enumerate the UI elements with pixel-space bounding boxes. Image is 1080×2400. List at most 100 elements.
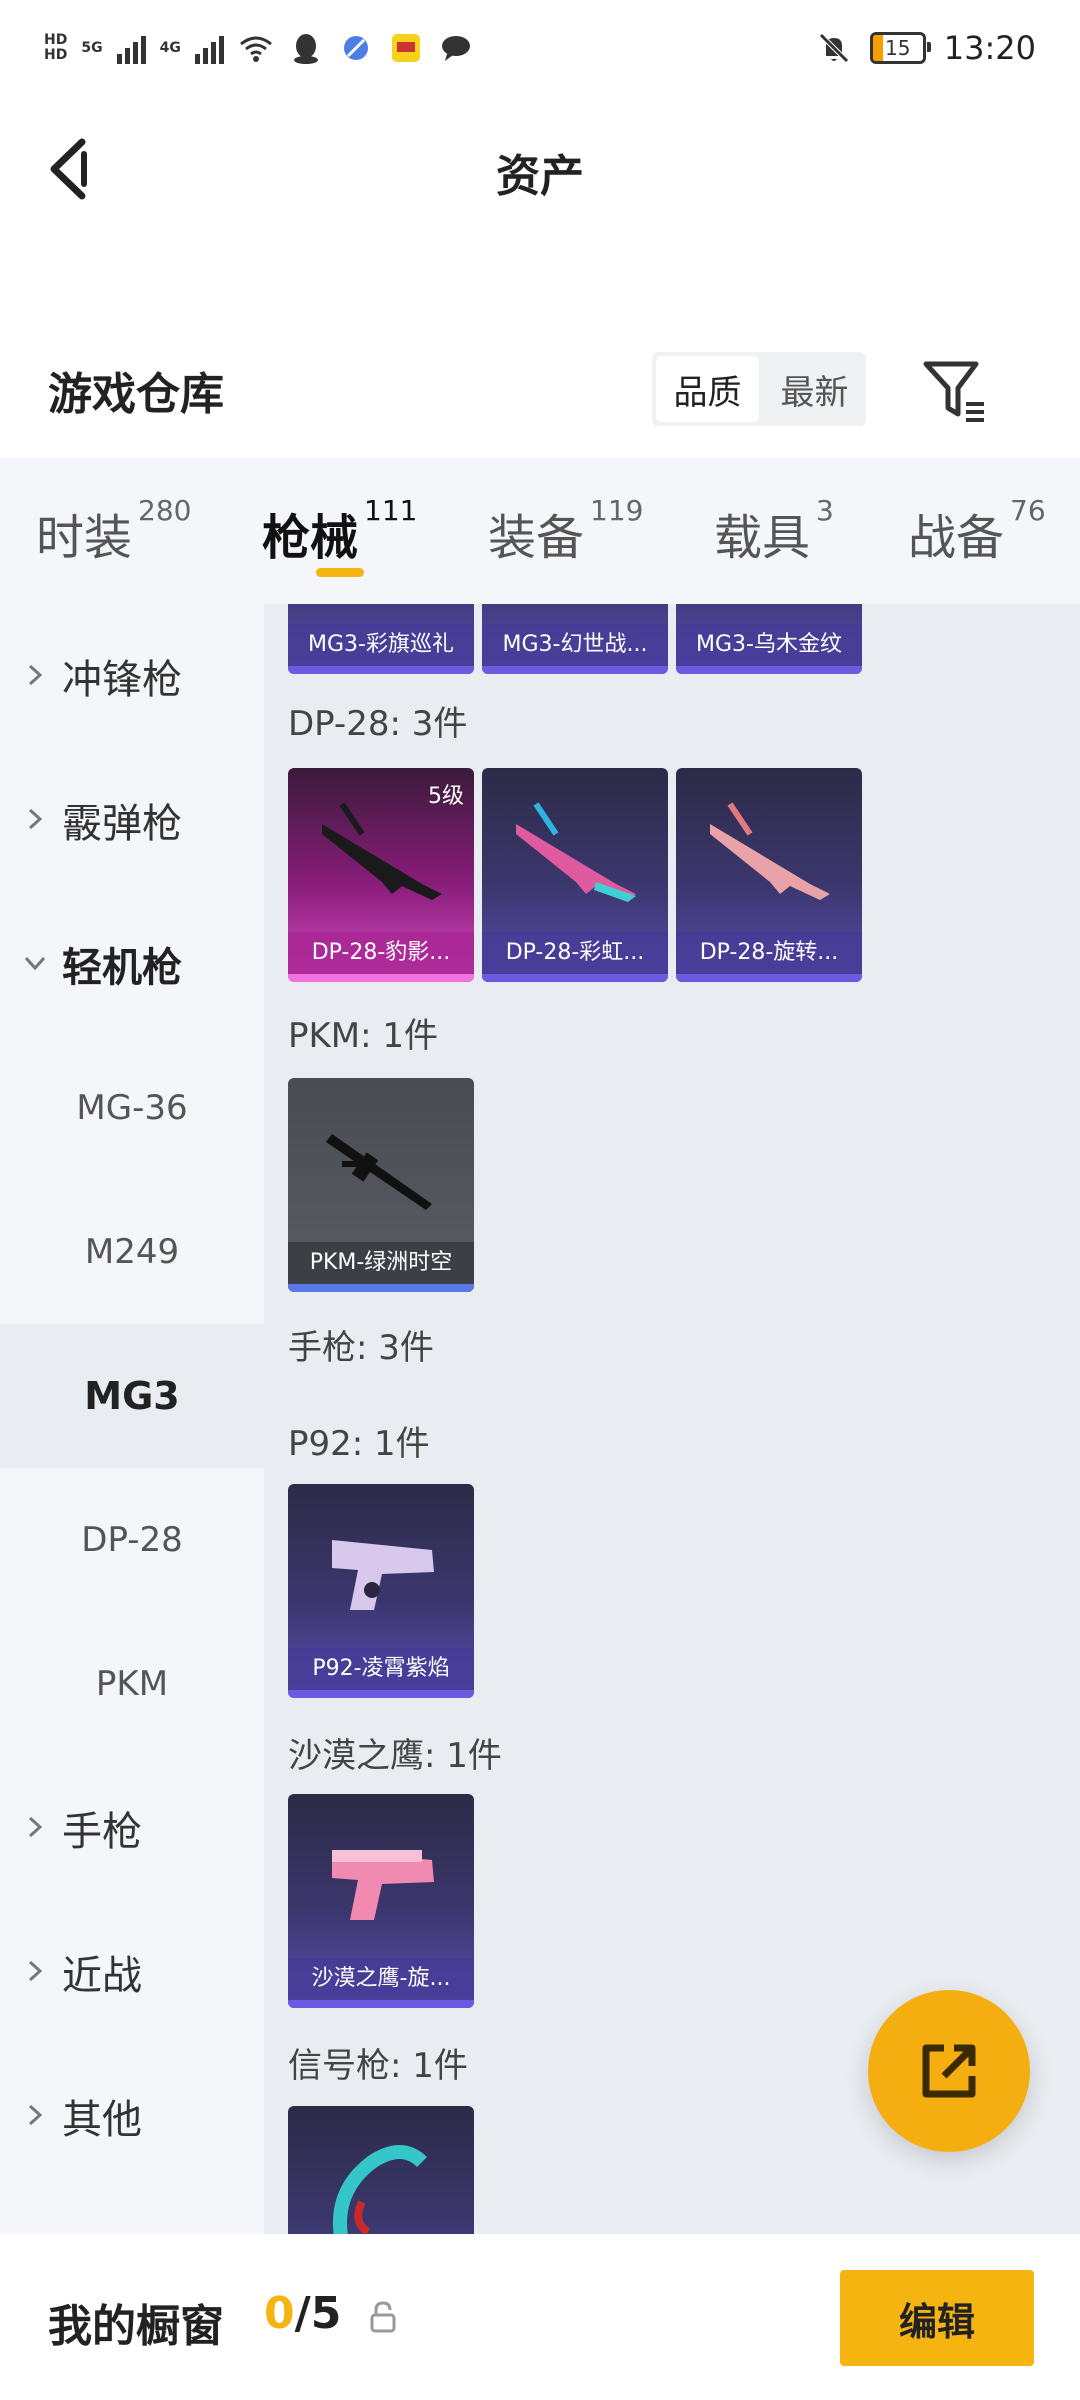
sidebar-item-label: MG-36 — [76, 1088, 188, 1128]
rarity-bar — [288, 1284, 474, 1292]
tab-count: 119 — [590, 494, 644, 527]
tab-count: 111 — [364, 494, 418, 527]
showcase-title: 我的橱窗 — [48, 2301, 224, 2352]
chevron-right-icon — [28, 664, 43, 686]
item-card-deagle-1[interactable]: 沙漠之鹰-旋... — [288, 1794, 474, 2008]
sidebar-item-smg[interactable]: 冲锋枪 — [0, 604, 264, 748]
sidebar-item-shotgun[interactable]: 霰弹枪 — [0, 748, 264, 892]
browser-icon — [343, 36, 368, 60]
sidebar-item-mg3[interactable]: MG3 — [0, 1324, 264, 1468]
showcase-count-total: /5 — [294, 2288, 342, 2339]
sidebar-item-other[interactable]: 其他 — [0, 2044, 264, 2188]
tab-label: 装备 — [488, 510, 585, 566]
pistol-icon — [332, 1540, 434, 1610]
sort-quality-button[interactable]: 品质 — [656, 356, 759, 422]
section-header-flare: 信号枪: 1件 — [288, 2046, 468, 2086]
category-tabs: 时装 280 枪械 111 装备 119 载具 3 战备 76 — [0, 458, 1080, 604]
hd-indicator: HD HD — [44, 33, 67, 63]
status-left: HD HD 5G 4G — [44, 24, 474, 72]
share-fab-button[interactable] — [868, 1990, 1030, 2152]
item-name: DP-28-旋转... — [676, 932, 862, 974]
section-header-deagle: 沙漠之鹰: 1件 — [288, 1736, 502, 1776]
rarity-bar — [676, 974, 862, 982]
network-5g-label: 5G — [81, 40, 103, 56]
tab-supplies[interactable]: 战备 76 — [908, 494, 1046, 568]
pistol-icon — [332, 1850, 434, 1920]
sidebar-item-label: PKM — [95, 1664, 169, 1704]
signal-bars-icon — [116, 32, 146, 64]
tab-equipment[interactable]: 装备 119 — [488, 494, 643, 568]
hd-label-2: HD — [44, 47, 68, 63]
tab-label: 战备 — [908, 510, 1005, 566]
sidebar-item-label: 其他 — [62, 2097, 142, 2143]
active-tab-indicator — [316, 568, 364, 577]
sort-newest-button[interactable]: 最新 — [763, 356, 866, 422]
chevron-down-icon — [24, 956, 46, 971]
app-badge-icon — [391, 34, 420, 62]
signal-bars-icon-2 — [194, 32, 224, 64]
battery-level: 15 — [885, 36, 911, 60]
item-card-mg3-3[interactable]: MG3-乌木金纹 — [676, 604, 862, 674]
section-header-dp28: DP-28: 3件 — [288, 704, 468, 744]
tab-label: 枪械 — [262, 510, 359, 566]
sidebar-item-label: 近战 — [62, 1953, 142, 1999]
item-card-mg3-2[interactable]: MG3-幻世战... — [482, 604, 668, 674]
sidebar-item-label: 轻机枪 — [62, 945, 182, 991]
status-bar: HD HD 5G 4G 15 13:20 — [0, 0, 1080, 100]
item-card-mg3-1[interactable]: MG3-彩旗巡礼 — [288, 604, 474, 674]
sidebar-item-melee[interactable]: 近战 — [0, 1900, 264, 2044]
tab-label: 载具 — [714, 510, 811, 566]
rifle-icon — [710, 802, 830, 900]
warehouse-title: 游戏仓库 — [48, 369, 224, 420]
rarity-bar — [288, 2000, 474, 2008]
item-card-p92-1[interactable]: P92-凌霄紫焰 — [288, 1484, 474, 1698]
tab-fashion[interactable]: 时装 280 — [36, 494, 191, 568]
sidebar-item-pkm[interactable]: PKM — [0, 1612, 264, 1756]
chat-bubble-icon — [441, 36, 470, 61]
page-title: 资产 — [496, 151, 584, 202]
sort-toggle: 品质 最新 — [652, 352, 866, 426]
sidebar-item-lmg[interactable]: 轻机枪 — [0, 892, 264, 1036]
battery-icon: 15 — [869, 32, 931, 64]
tab-firearms[interactable]: 枪械 111 — [262, 494, 417, 568]
sidebar-item-label: DP-28 — [81, 1520, 183, 1560]
hd-label-1: HD — [44, 32, 68, 48]
sidebar-item-label: 手枪 — [62, 1809, 142, 1855]
item-card-pkm-1[interactable]: PKM-绿洲时空 — [288, 1078, 474, 1292]
rarity-bar — [482, 666, 668, 674]
item-name: DP-28-豹影... — [288, 932, 474, 974]
sidebar-item-label: 霰弹枪 — [62, 801, 182, 847]
sidebar-item-label: 冲锋枪 — [62, 657, 182, 703]
sidebar-item-pistol[interactable]: 手枪 — [0, 1756, 264, 1900]
tab-vehicles[interactable]: 载具 3 — [714, 494, 834, 568]
chevron-right-icon — [28, 2104, 43, 2126]
chevron-right-icon — [28, 1960, 43, 1982]
tab-count: 280 — [138, 494, 192, 527]
showcase-count-current: 0 — [264, 2288, 295, 2339]
tab-label: 时装 — [36, 510, 133, 566]
item-name: DP-28-彩虹... — [482, 932, 668, 974]
item-name: P92-凌霄紫焰 — [288, 1648, 474, 1690]
wifi-icon — [239, 36, 272, 62]
item-name: MG3-幻世战... — [482, 624, 668, 666]
flare-gun-icon — [333, 2145, 427, 2234]
section-header-p92: P92: 1件 — [288, 1424, 430, 1464]
warehouse-row: 游戏仓库 品质 最新 — [0, 320, 1080, 460]
rarity-bar — [288, 666, 474, 674]
rifle-icon — [322, 802, 442, 900]
item-name: PKM-绿洲时空 — [288, 1242, 474, 1284]
item-card-dp28-2[interactable]: DP-28-彩虹... — [482, 768, 668, 982]
rarity-bar — [288, 1690, 474, 1698]
sidebar-item-m249[interactable]: M249 — [0, 1180, 264, 1324]
sidebar-item-dp28[interactable]: DP-28 — [0, 1468, 264, 1612]
rifle-icon — [516, 802, 636, 902]
section-header-pkm: PKM: 1件 — [288, 1016, 439, 1056]
item-card-dp28-3[interactable]: DP-28-旋转... — [676, 768, 862, 982]
edit-button[interactable]: 编辑 — [840, 2270, 1034, 2366]
item-card-dp28-1[interactable]: 5级 DP-28-豹影... — [288, 768, 474, 982]
filter-icon[interactable] — [920, 356, 990, 426]
showcase-count: 0/5 — [264, 2288, 341, 2339]
item-card-flare-1[interactable] — [288, 2106, 474, 2234]
sidebar-item-mg36[interactable]: MG-36 — [0, 1036, 264, 1180]
qq-icon — [293, 34, 318, 64]
